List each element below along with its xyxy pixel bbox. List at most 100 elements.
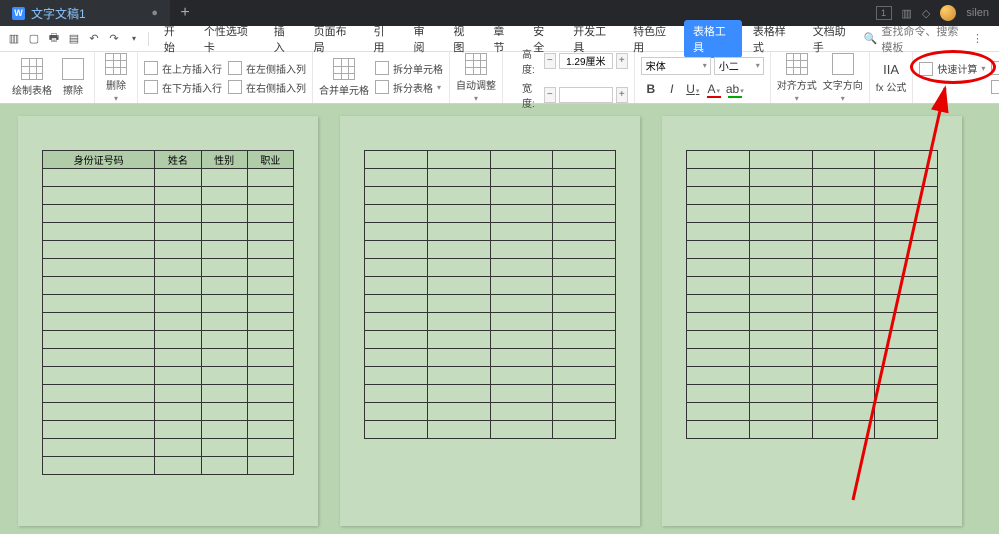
table-cell[interactable] (201, 241, 247, 259)
table-cell[interactable] (427, 331, 490, 349)
table-cell[interactable] (749, 277, 812, 295)
table-cell[interactable] (43, 421, 155, 439)
table-cell[interactable] (875, 367, 938, 385)
table-cell[interactable] (155, 295, 201, 313)
table-cell[interactable] (247, 331, 293, 349)
table-cell[interactable] (553, 295, 616, 313)
table-cell[interactable] (43, 187, 155, 205)
table-cell[interactable] (365, 187, 428, 205)
table-row[interactable] (687, 169, 938, 187)
table-cell[interactable] (365, 295, 428, 313)
table-cell[interactable] (490, 295, 553, 313)
header-row-repeat-button[interactable]: 标题行重复 (991, 61, 999, 76)
table-cell[interactable] (875, 331, 938, 349)
table-cell[interactable] (687, 169, 750, 187)
table-row[interactable] (687, 259, 938, 277)
table-row[interactable] (687, 205, 938, 223)
split-cell-button[interactable]: 拆分单元格 (375, 61, 443, 76)
table-cell[interactable] (812, 313, 875, 331)
font-name-select[interactable]: 宋体 (641, 57, 711, 75)
table-cell[interactable] (812, 259, 875, 277)
table-cell[interactable] (155, 367, 201, 385)
table-cell[interactable] (365, 205, 428, 223)
align-button[interactable]: 对齐方式▾ (777, 53, 817, 103)
table-row[interactable] (687, 187, 938, 205)
table-cell[interactable] (247, 295, 293, 313)
table-cell[interactable] (155, 205, 201, 223)
draw-table-button[interactable]: 绘制表格 (12, 58, 52, 97)
command-search[interactable]: 🔍 查找命令、搜索模板 ⋮ (864, 23, 993, 55)
table-cell[interactable] (553, 367, 616, 385)
height-input[interactable] (559, 53, 613, 69)
table-cell[interactable] (875, 205, 938, 223)
table-cell[interactable] (43, 457, 155, 475)
merge-cells-button[interactable]: 合并单元格 (319, 58, 369, 97)
table-cell[interactable] (749, 331, 812, 349)
table-cell[interactable] (427, 349, 490, 367)
table-cell[interactable] (247, 367, 293, 385)
table-cell[interactable] (687, 259, 750, 277)
table-cell[interactable] (155, 385, 201, 403)
table-cell[interactable] (155, 421, 201, 439)
text-direction-button[interactable]: 文字方向▾ (823, 53, 863, 103)
table-cell[interactable] (553, 385, 616, 403)
table-cell[interactable] (749, 223, 812, 241)
table-cell[interactable] (365, 349, 428, 367)
table-cell[interactable] (875, 403, 938, 421)
more-icon[interactable]: ⋮ (972, 32, 983, 45)
table-row[interactable] (43, 295, 294, 313)
table-cell[interactable] (201, 187, 247, 205)
table-row[interactable] (365, 421, 616, 439)
table-cell[interactable] (365, 403, 428, 421)
table-cell[interactable] (812, 385, 875, 403)
table-cell[interactable] (247, 439, 293, 457)
table-cell[interactable] (749, 367, 812, 385)
user-avatar[interactable] (940, 5, 956, 21)
table-cell[interactable] (687, 367, 750, 385)
ql-undo-icon[interactable]: ↶ (86, 31, 102, 47)
table-cell[interactable] (247, 313, 293, 331)
table-cell[interactable] (875, 277, 938, 295)
table-cell[interactable] (553, 259, 616, 277)
insert-col-left-button[interactable]: 在左侧插入列 (228, 61, 306, 76)
table-cell[interactable] (365, 277, 428, 295)
table-row[interactable] (43, 241, 294, 259)
table-cell[interactable] (43, 169, 155, 187)
table-cell[interactable] (687, 295, 750, 313)
table-cell[interactable] (687, 421, 750, 439)
table-row[interactable] (365, 259, 616, 277)
table-cell[interactable] (749, 421, 812, 439)
autofit-button[interactable]: 自动调整▾ (456, 53, 496, 103)
table-row[interactable] (43, 421, 294, 439)
ql-redo-icon[interactable]: ↷ (106, 31, 122, 47)
table-cell[interactable] (43, 367, 155, 385)
table-cell[interactable] (365, 169, 428, 187)
table-row[interactable] (43, 439, 294, 457)
table-cell[interactable] (490, 241, 553, 259)
table-cell[interactable] (201, 403, 247, 421)
header-cell[interactable]: 身份证号码 (43, 151, 155, 169)
highlight-button[interactable]: ab (725, 79, 745, 99)
table-row[interactable] (365, 331, 616, 349)
table-cell[interactable] (749, 151, 812, 169)
table-row[interactable] (687, 313, 938, 331)
table-cell[interactable] (201, 259, 247, 277)
table-cell[interactable] (201, 457, 247, 475)
table-cell[interactable] (43, 259, 155, 277)
table-cell[interactable] (749, 169, 812, 187)
table-cell[interactable] (553, 187, 616, 205)
width-inc-button[interactable]: + (616, 87, 628, 103)
table-cell[interactable] (155, 439, 201, 457)
table-cell[interactable] (812, 223, 875, 241)
table-cell[interactable] (155, 241, 201, 259)
table-cell[interactable] (43, 403, 155, 421)
table-cell[interactable] (201, 331, 247, 349)
table-cell[interactable] (749, 295, 812, 313)
table-cell[interactable] (365, 421, 428, 439)
split-table-button[interactable]: 拆分表格▾ (375, 80, 443, 95)
height-dec-button[interactable]: − (544, 53, 556, 69)
table-cell[interactable] (201, 367, 247, 385)
table-cell[interactable] (687, 223, 750, 241)
table-row[interactable] (43, 331, 294, 349)
table-cell[interactable] (201, 169, 247, 187)
